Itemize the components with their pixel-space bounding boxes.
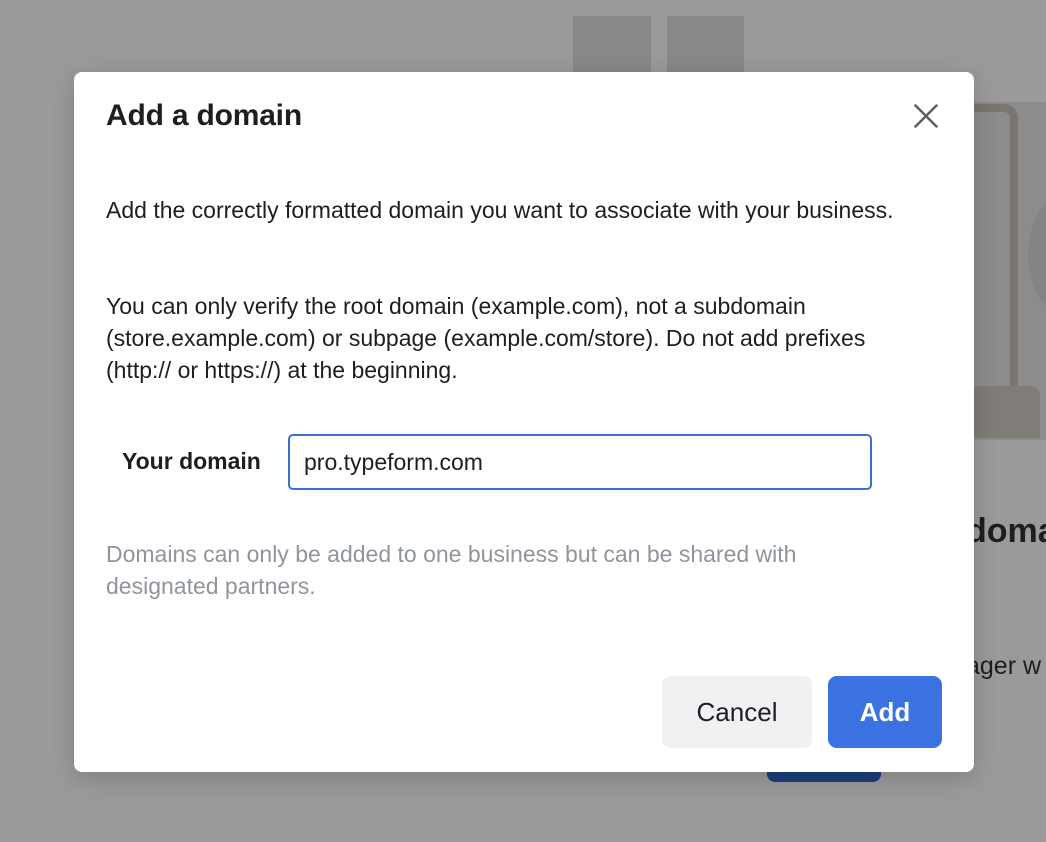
hint-text: Domains can only be added to one busines… bbox=[106, 541, 797, 599]
description-paragraph: Add the correctly formatted domain you w… bbox=[106, 197, 894, 223]
cancel-button[interactable]: Cancel bbox=[662, 676, 812, 748]
background-illustration-base bbox=[966, 386, 1040, 438]
background-heading: doma bbox=[966, 512, 1046, 550]
dialog-title: Add a domain bbox=[106, 99, 302, 132]
background-text: ager w bbox=[966, 652, 1042, 680]
add-domain-dialog: Add a domain Add the correctly formatted… bbox=[74, 72, 974, 772]
instructions-paragraph: You can only verify the root domain (exa… bbox=[106, 293, 866, 383]
close-icon bbox=[914, 104, 938, 128]
add-button[interactable]: Add bbox=[828, 676, 942, 748]
domain-label: Your domain bbox=[122, 448, 261, 474]
domain-input[interactable] bbox=[288, 434, 872, 490]
close-button[interactable] bbox=[908, 98, 944, 134]
